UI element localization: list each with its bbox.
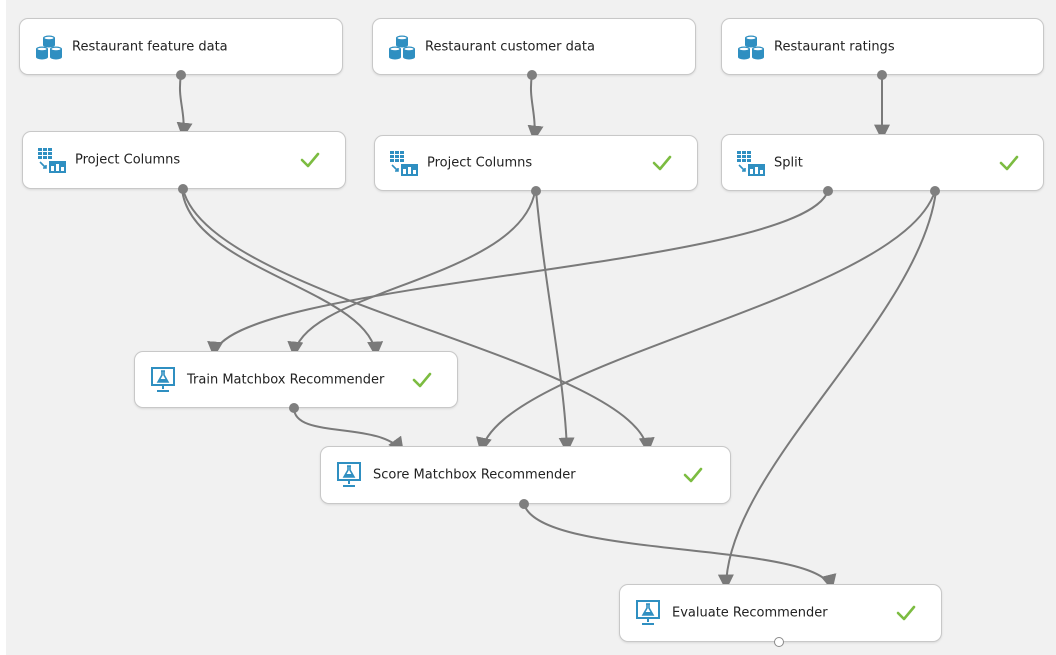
connection-split-to-evaluate[interactable]	[717, 190, 937, 591]
output-port-restaurant-feature-data[interactable]	[176, 70, 186, 80]
module-label: Project Columns	[427, 155, 533, 171]
module-restaurant-ratings[interactable]: Restaurant ratings	[721, 18, 1044, 75]
dataset-icon	[736, 33, 766, 61]
output-port-split-right[interactable]	[930, 186, 940, 196]
module-label: Restaurant feature data	[72, 39, 228, 54]
flask-monitor-icon	[634, 599, 664, 627]
module-evaluate-recommender[interactable]: Evaluate Recommender	[619, 584, 942, 642]
connection-split-to-train[interactable]	[207, 190, 829, 358]
experiment-canvas[interactable]: Restaurant feature data Restaurant custo…	[0, 0, 1056, 655]
module-restaurant-customer-data[interactable]: Restaurant customer data	[372, 18, 696, 75]
completed-check-icon	[895, 602, 917, 624]
table-transform-icon	[736, 149, 766, 177]
table-transform-icon	[37, 146, 67, 174]
output-port-project-columns-2[interactable]	[531, 186, 541, 196]
module-project-columns-1[interactable]: Project Columns	[22, 131, 346, 189]
output-port-train-matchbox-recommender[interactable]	[289, 403, 299, 413]
connection-project-columns-1-to-train[interactable]	[181, 188, 384, 358]
completed-check-icon	[651, 152, 673, 174]
module-label: Restaurant customer data	[425, 39, 595, 54]
module-score-matchbox-recommender[interactable]: Score Matchbox Recommender	[320, 446, 731, 504]
connection-project-columns-2-to-train[interactable]	[287, 190, 536, 358]
output-port-score-matchbox-recommender[interactable]	[519, 499, 529, 509]
completed-check-icon	[998, 152, 1020, 174]
connection-score-to-evaluate[interactable]	[523, 503, 837, 591]
connection-layer	[176, 74, 937, 591]
connection-project-columns-2-to-score[interactable]	[535, 190, 575, 454]
module-label: Restaurant ratings	[774, 39, 895, 54]
output-port-evaluate-recommender[interactable]	[774, 637, 784, 647]
connection-customer-data-to-project-columns-2[interactable]	[527, 74, 544, 142]
connection-split-to-score[interactable]	[476, 190, 936, 454]
output-port-restaurant-ratings[interactable]	[877, 70, 887, 80]
output-port-split-left[interactable]	[823, 186, 833, 196]
module-split[interactable]: Split	[721, 134, 1044, 191]
module-label: Split	[774, 155, 803, 170]
module-label: Evaluate Recommender	[672, 605, 828, 621]
connection-feature-data-to-project-columns-1[interactable]	[176, 74, 193, 139]
connection-project-columns-1-to-score[interactable]	[182, 188, 655, 454]
module-label: Score Matchbox Recommender	[373, 467, 576, 483]
module-label: Project Columns	[75, 152, 181, 168]
completed-check-icon	[411, 369, 433, 391]
flask-monitor-icon	[335, 461, 365, 489]
module-train-matchbox-recommender[interactable]: Train Matchbox Recommender	[134, 351, 458, 408]
module-restaurant-feature-data[interactable]: Restaurant feature data	[19, 18, 343, 75]
output-port-project-columns-1[interactable]	[178, 184, 188, 194]
output-port-restaurant-customer-data[interactable]	[527, 70, 537, 80]
completed-check-icon	[682, 464, 704, 486]
completed-check-icon	[299, 149, 321, 171]
dataset-icon	[34, 33, 64, 61]
module-project-columns-2[interactable]: Project Columns	[374, 135, 698, 191]
flask-monitor-icon	[149, 366, 179, 394]
module-label: Train Matchbox Recommender	[187, 372, 385, 387]
table-transform-icon	[389, 149, 419, 177]
dataset-icon	[387, 33, 417, 61]
